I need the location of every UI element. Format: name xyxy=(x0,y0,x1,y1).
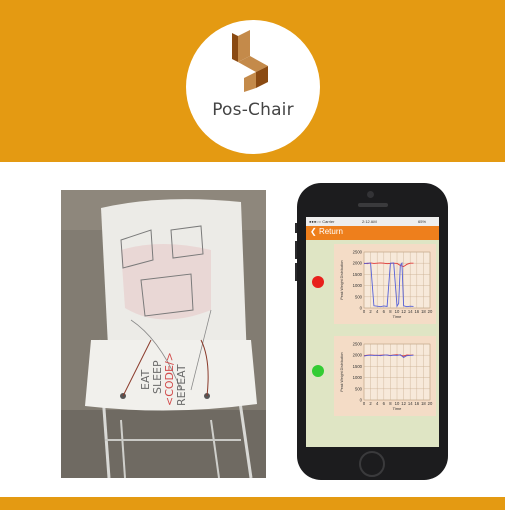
x-tick-label: 16 xyxy=(414,401,419,406)
posture-status-bad-icon xyxy=(312,276,324,288)
x-tick-label: 2 xyxy=(369,309,372,314)
posture-status-good-icon xyxy=(312,365,324,377)
y-tick-label: 2500 xyxy=(353,250,363,255)
y-tick-label: 500 xyxy=(355,386,363,391)
x-tick-label: 4 xyxy=(376,309,379,314)
x-tick-label: 4 xyxy=(376,401,379,406)
weight-chart-1: 2500 2000 1500 1000 500 0 0 2 4 6 8 10 12 14 16 18 20 Tim… xyxy=(334,244,436,324)
x-tick-label: 2 xyxy=(369,401,372,406)
slogan-line-4: REPEAT xyxy=(175,364,188,406)
brand-name: Pos-Chair xyxy=(212,100,294,120)
logo-back-side-face xyxy=(232,33,238,62)
carrier-label: ●●●○○ Carrier xyxy=(309,219,335,224)
x-tick-label: 0 xyxy=(363,401,366,406)
x-tick-label: 6 xyxy=(383,401,386,406)
status-bar: ●●●○○ Carrier 2:12 AM 65% xyxy=(306,217,439,226)
chart-svg: 250020001500100050000 2 4 6 8 10 12 14 16 18 20Tim… xyxy=(340,342,433,412)
x-tick-label: 12 xyxy=(401,401,406,406)
x-tick-label: 14 xyxy=(408,401,413,406)
x-tick-label: 14 xyxy=(408,309,413,314)
y-tick-label: 500 xyxy=(355,294,363,299)
y-tick-label: 1500 xyxy=(353,272,363,277)
earpiece-speaker xyxy=(358,203,388,207)
posture-content: 2500 2000 1500 1000 500 0 0 2 4 6 8 10 12 14 16 18 20 Tim… xyxy=(306,240,439,447)
phone-screen: ●●●○○ Carrier 2:12 AM 65% ❮ Return 2500 2… xyxy=(306,217,439,447)
x-tick-label: 20 xyxy=(428,309,433,314)
nav-bar: ❮ Return xyxy=(306,226,439,240)
y-tick-label: 2000 xyxy=(353,353,363,358)
weight-chart-2: 2500 2000 1500 1000 500 0 0 2 4 6 8 10 12 14 16 18 20 Tim… xyxy=(334,336,436,416)
y-tick-label: 1000 xyxy=(353,375,363,380)
phone-mockup: ●●●○○ Carrier 2:12 AM 65% ❮ Return 2500 2… xyxy=(295,183,448,480)
x-tick-label: 12 xyxy=(401,309,406,314)
chair-logo-icon xyxy=(232,30,268,92)
return-label: Return xyxy=(318,227,343,236)
home-button[interactable] xyxy=(359,451,385,477)
x-axis-label: Time xyxy=(393,406,403,411)
x-tick-label: 16 xyxy=(414,309,419,314)
y-axis-label: Peak Weight Distribution xyxy=(340,352,344,391)
return-button[interactable]: ❮ Return xyxy=(310,227,343,236)
y-axis-label: Peak Weight Distribution xyxy=(340,260,344,299)
y-tick-label: 2000 xyxy=(353,261,363,266)
y-tick-label: 1500 xyxy=(353,364,363,369)
x-tick-label: 6 xyxy=(383,309,386,314)
y-tick-label: 1000 xyxy=(353,283,363,288)
battery-label: 65% xyxy=(418,219,427,224)
chevron-left-icon: ❮ xyxy=(310,227,317,236)
x-axis-label: Time xyxy=(393,314,403,319)
x-tick-label: 20 xyxy=(428,401,433,406)
chart-svg: 250020001500100050000 2 4 6 8 10 12 14 16 18 20Tim… xyxy=(340,250,433,320)
footer-band xyxy=(0,497,505,510)
x-tick-label: 18 xyxy=(421,309,426,314)
clock-label: 2:12 AM xyxy=(362,219,377,224)
x-tick-label: 18 xyxy=(421,401,426,406)
logo-badge: Pos-Chair xyxy=(186,20,320,154)
logo-seat-side-face xyxy=(244,72,256,92)
chair-photo: EAT SLEEP <CODE/> REPEAT xyxy=(61,190,266,478)
x-tick-label: 0 xyxy=(363,309,366,314)
front-camera xyxy=(367,191,374,198)
y-tick-label: 2500 xyxy=(353,342,363,347)
